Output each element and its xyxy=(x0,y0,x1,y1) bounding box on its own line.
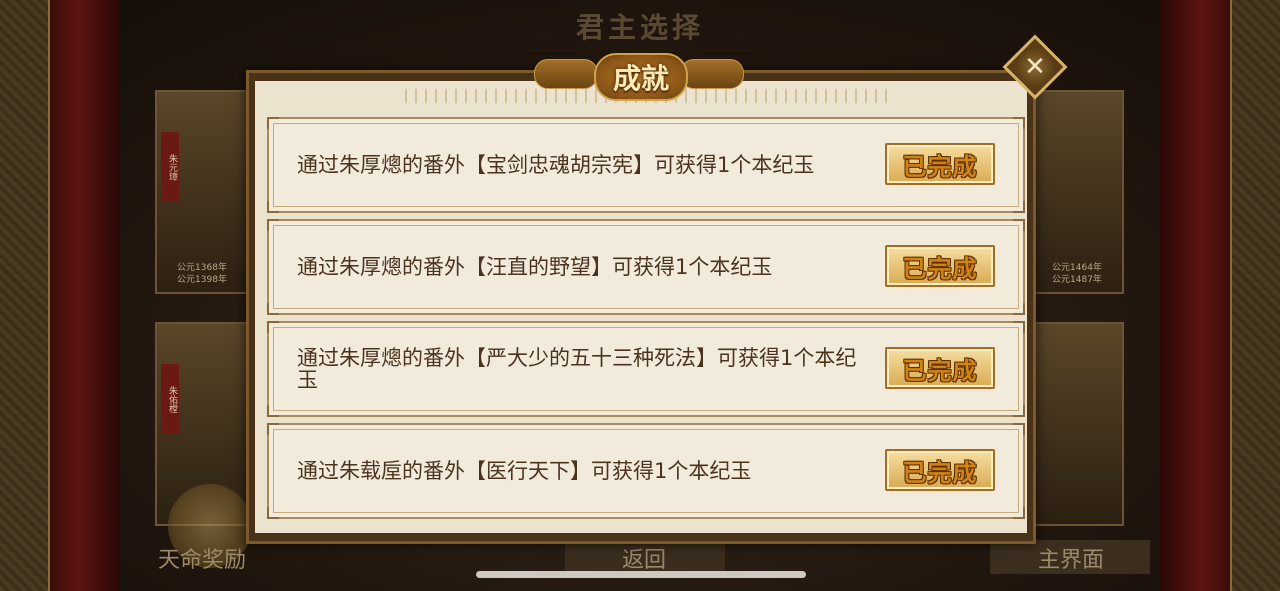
portrait-year: 公元1398年 xyxy=(177,275,227,285)
achievement-row: 通过朱载垕的番外【医行天下】可获得1个本纪玉 已完成 xyxy=(267,423,1025,519)
portrait-card[interactable]: 公元1464年 公元1487年 xyxy=(1030,90,1124,294)
portrait-card[interactable]: 朱元璋 公元1368年 公元1398年 xyxy=(155,90,249,294)
portrait-card[interactable] xyxy=(1030,322,1124,526)
achievement-dialog: 通过朱厚熜的番外【宝剑忠魂胡宗宪】可获得1个本纪玉 已完成 通过朱厚熜的番外【汪… xyxy=(246,53,1036,544)
completed-button[interactable]: 已完成 xyxy=(885,347,995,389)
achievement-text: 通过朱载垕的番外【医行天下】可获得1个本纪玉 xyxy=(297,459,752,483)
achievement-text: 通过朱厚熜的番外【汪直的野望】可获得1个本纪玉 xyxy=(297,255,773,279)
achievement-list: 通过朱厚熜的番外【宝剑忠魂胡宗宪】可获得1个本纪玉 已完成 通过朱厚熜的番外【汪… xyxy=(267,117,1025,525)
completed-button[interactable]: 已完成 xyxy=(885,449,995,491)
title-plaque: 成就 xyxy=(534,47,744,103)
curtain-right xyxy=(1160,0,1230,591)
back-button[interactable]: 返回 xyxy=(622,542,666,574)
achievement-row: 通过朱厚熜的番外【汪直的野望】可获得1个本纪玉 已完成 xyxy=(267,219,1025,315)
dragon-ornament-icon xyxy=(680,59,744,89)
background-title: 君主选择 xyxy=(575,11,704,44)
portrait-tag: 朱佑樘 xyxy=(161,364,179,434)
completed-button[interactable]: 已完成 xyxy=(885,245,995,287)
portrait-tag: 朱元璋 xyxy=(161,132,179,202)
portrait-year: 公元1487年 xyxy=(1052,275,1102,285)
frame-left xyxy=(0,0,51,591)
frame-right xyxy=(1229,0,1280,591)
achievement-row: 通过朱厚熜的番外【严大少的五十三种死法】可获得1个本纪玉 已完成 xyxy=(267,321,1025,417)
portrait-year: 公元1368年 xyxy=(177,263,227,273)
curtain-left xyxy=(50,0,120,591)
close-icon: ✕ xyxy=(1024,52,1046,82)
dialog-title: 成就 xyxy=(612,62,669,95)
achievement-text: 通过朱厚熜的番外【严大少的五十三种死法】可获得1个本纪玉 xyxy=(297,346,857,392)
dialog-panel: 通过朱厚熜的番外【宝剑忠魂胡宗宪】可获得1个本纪玉 已完成 通过朱厚熜的番外【汪… xyxy=(255,81,1027,533)
achievement-row: 通过朱厚熜的番外【宝剑忠魂胡宗宪】可获得1个本纪玉 已完成 xyxy=(267,117,1025,213)
portrait-year: 公元1464年 xyxy=(1052,263,1102,273)
home-indicator[interactable] xyxy=(476,571,806,578)
fate-reward-button[interactable]: 天命奖励 xyxy=(158,542,246,574)
dragon-ornament-icon xyxy=(534,59,598,89)
achievement-text: 通过朱厚熜的番外【宝剑忠魂胡宗宪】可获得1个本纪玉 xyxy=(297,153,815,177)
main-menu-button[interactable]: 主界面 xyxy=(1038,542,1104,574)
completed-button[interactable]: 已完成 xyxy=(885,143,995,185)
